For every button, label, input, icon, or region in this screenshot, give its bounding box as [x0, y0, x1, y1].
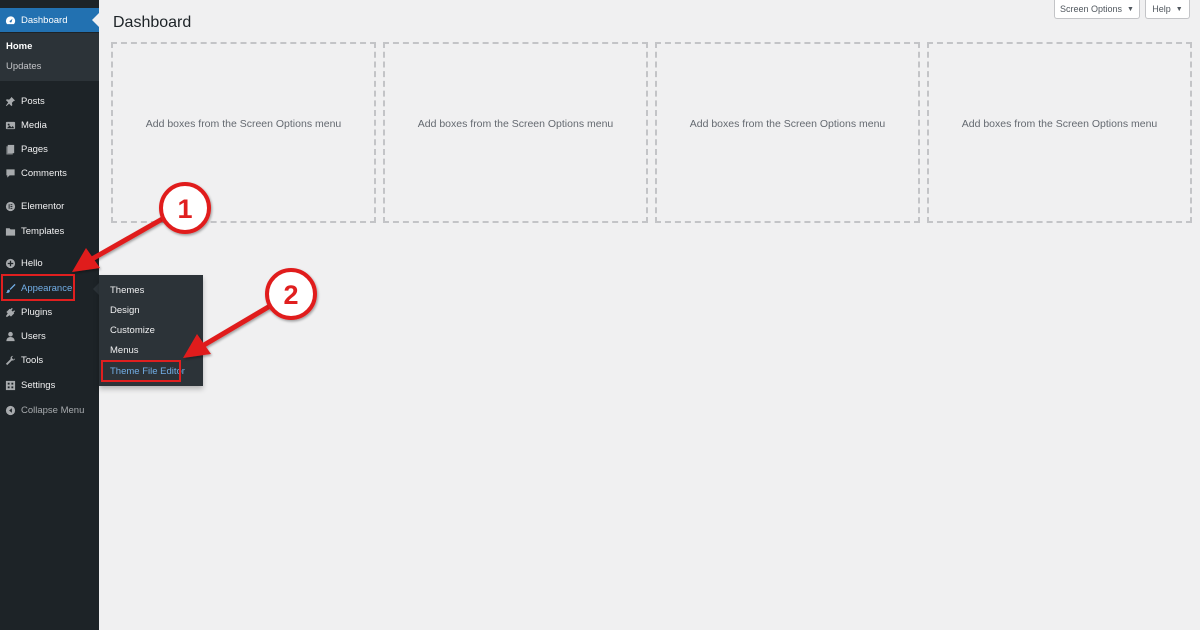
step-1-number: 1	[177, 194, 192, 224]
step-2-number: 2	[283, 280, 298, 310]
arrow-2	[183, 303, 273, 358]
arrow-1	[72, 215, 167, 272]
annotation-overlay: 1 2	[72, 182, 317, 358]
